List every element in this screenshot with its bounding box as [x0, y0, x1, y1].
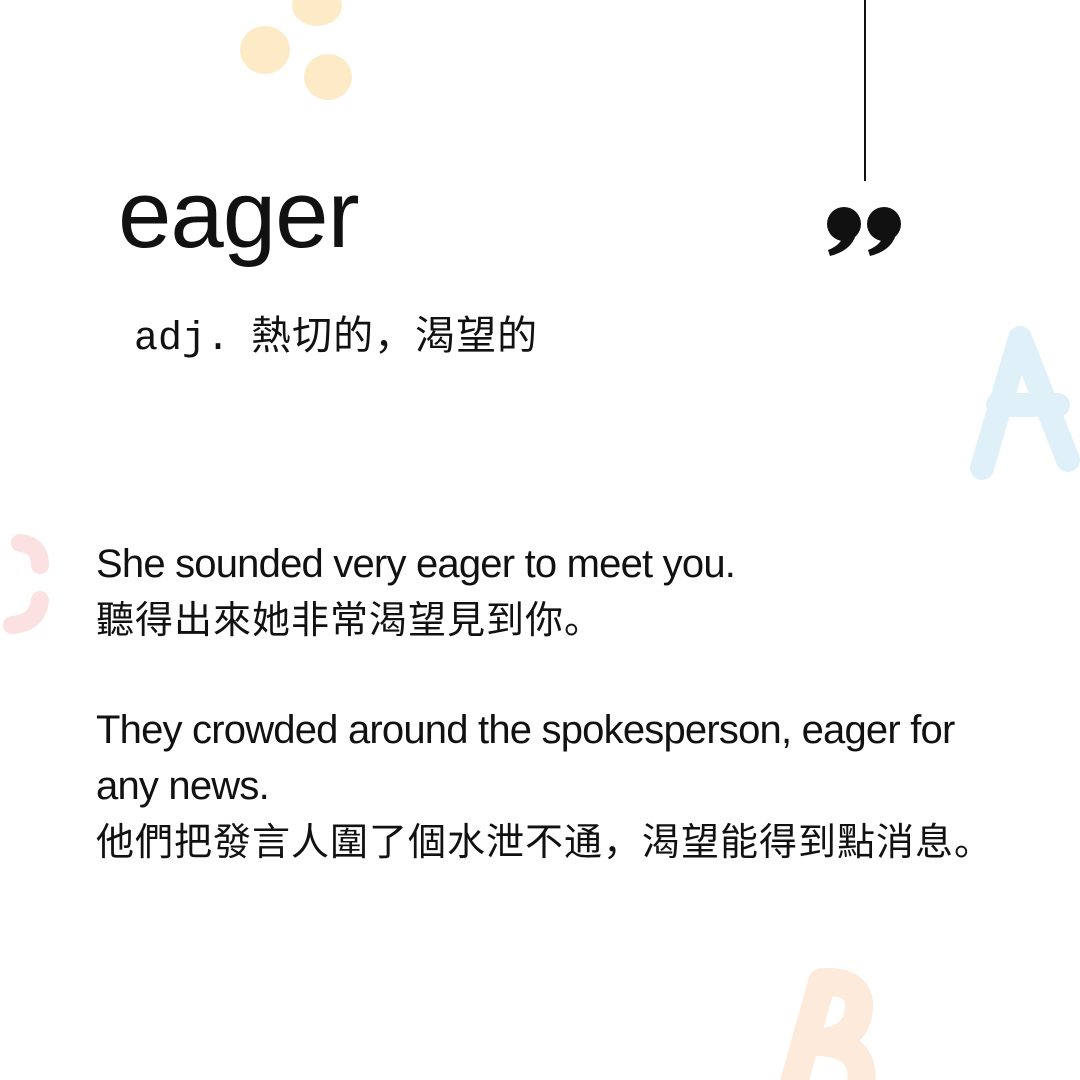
quote-mark-icon — [827, 207, 901, 256]
decor-dot — [240, 26, 290, 74]
example-item: She sounded very eager to meet you. 聽得出來… — [96, 536, 1016, 648]
headword: eager — [118, 161, 360, 268]
part-of-speech: adj. — [134, 317, 231, 362]
example-chinese: 聽得出來她非常渴望見到你。 — [96, 598, 604, 642]
decor-letter-a — [970, 326, 1080, 480]
example-english: They crowded around the spokesperson, ea… — [96, 708, 955, 808]
definition-meaning: 熱切的，渴望的 — [251, 313, 539, 359]
example-chinese: 他們把發言人圍了個水泄不通，渴望能得到點消息。 — [96, 820, 994, 864]
definition-line: adj. 熱切的，渴望的 — [134, 312, 538, 364]
decor-dot — [292, 0, 342, 26]
example-item: They crowded around the spokesperson, ea… — [96, 702, 1016, 870]
decor-dot — [304, 54, 352, 100]
examples-section: She sounded very eager to meet you. 聽得出來… — [96, 536, 1016, 924]
example-english: She sounded very eager to meet you. — [96, 542, 736, 586]
decor-vertical-line — [864, 0, 866, 181]
decor-letter-b — [780, 967, 876, 1080]
decor-letter-c — [3, 534, 49, 634]
